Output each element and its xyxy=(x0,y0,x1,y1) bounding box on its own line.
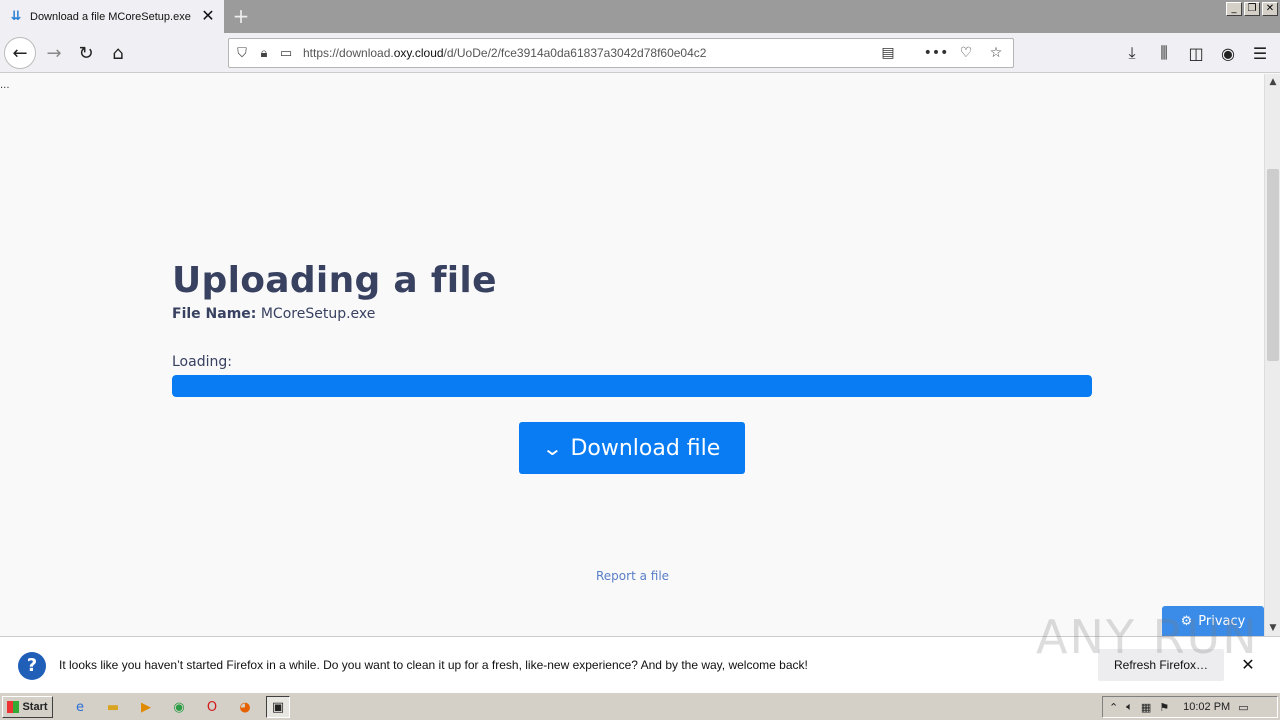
refresh-firefox-button[interactable]: Refresh Firefox… xyxy=(1098,649,1224,681)
download-file-button[interactable]: ⌄ Download file xyxy=(519,422,745,474)
scroll-down-icon[interactable]: ▼ xyxy=(1265,620,1280,636)
tab-active[interactable]: ⇊ Download a file MCoreSetup.exe o ✕ xyxy=(0,0,224,33)
opera-icon[interactable]: O xyxy=(200,696,224,718)
url-text[interactable]: https://download.oxy.cloud/d/UoDe/2/fce3… xyxy=(303,46,706,60)
firefox-icon[interactable]: ◕ xyxy=(233,696,257,718)
page-content: ... Uploading a file File Name: MCoreSet… xyxy=(0,74,1264,636)
report-file-link[interactable]: Report a file xyxy=(596,569,669,583)
media-player-icon[interactable]: ▶ xyxy=(134,696,158,718)
toolbar-right: ⤓ ⫼ ◫ ◉ ☰ xyxy=(1118,37,1274,69)
url-prefix: https://download. xyxy=(303,46,394,60)
reload-icon: ↻ xyxy=(78,42,94,64)
window-controls: _ ❐ ✕ xyxy=(1226,2,1278,16)
windows-logo-icon xyxy=(7,701,20,713)
more-actions-icon[interactable]: ••• xyxy=(924,42,949,64)
scroll-up-icon[interactable]: ▲ xyxy=(1265,74,1280,90)
double-chevron-down-icon: ⌄ xyxy=(541,436,563,460)
back-button[interactable]: ← xyxy=(4,37,36,69)
url-domain: oxy.cloud xyxy=(393,46,444,60)
show-desktop-icon[interactable]: ▭ xyxy=(1238,701,1248,714)
taskbar: Start e ▬ ▶ ◉ O ◕ ▣ ⌃ 🔈︎ ▦ ⚑ 10:02 PM ▭ xyxy=(0,692,1280,720)
home-button[interactable]: ⌂ xyxy=(102,37,134,69)
close-icon[interactable]: ✕ xyxy=(1238,655,1258,675)
url-path: /d/UoDe/2/fce3914a0da61837a3042d78f60e04… xyxy=(443,46,707,60)
flag-icon[interactable]: ⚑ xyxy=(1159,701,1169,714)
restore-button[interactable]: ❐ xyxy=(1244,2,1260,16)
active-window-icon[interactable]: ▣ xyxy=(266,696,290,718)
file-name-label: File Name: xyxy=(172,306,257,322)
file-name-line: File Name: MCoreSetup.exe xyxy=(172,306,375,322)
arrow-left-icon: ← xyxy=(12,42,28,64)
pocket-icon[interactable]: ♡ xyxy=(955,42,977,64)
reader-view-icon[interactable]: ▤ xyxy=(877,42,899,64)
library-icon[interactable]: ⫼ xyxy=(1150,37,1178,69)
question-icon: ? xyxy=(18,652,46,680)
start-button[interactable]: Start xyxy=(2,696,53,718)
separator xyxy=(907,42,917,64)
notification-message: It looks like you haven’t started Firefo… xyxy=(59,658,808,672)
home-icon: ⌂ xyxy=(112,42,124,64)
internet-explorer-icon[interactable]: e xyxy=(68,696,92,718)
menu-icon[interactable]: ☰ xyxy=(1246,37,1274,69)
download-cloud-icon: ⇊ xyxy=(10,9,22,24)
close-window-button[interactable]: ✕ xyxy=(1262,2,1278,16)
privacy-label: Privacy xyxy=(1198,613,1246,629)
arrow-right-icon: → xyxy=(46,42,62,64)
gear-icon: ⚙ xyxy=(1180,613,1193,629)
navigation-bar: ← → ↻ ⌂ ⛉ 🔒︎ ▭ https://download.oxy.clou… xyxy=(0,33,1280,73)
start-label: Start xyxy=(22,701,48,713)
loading-label: Loading: xyxy=(172,354,232,370)
file-name-value: MCoreSetup.exe xyxy=(260,306,376,322)
forward-button[interactable]: → xyxy=(38,37,70,69)
clock: 10:02 PM xyxy=(1183,701,1231,713)
folder-icon[interactable]: ▬ xyxy=(101,696,125,718)
progress-bar xyxy=(172,375,1092,397)
new-tab-button[interactable]: + xyxy=(230,5,252,27)
quick-launch: e ▬ ▶ ◉ O ◕ ▣ xyxy=(68,696,290,718)
tray-expand-icon[interactable]: ⌃ xyxy=(1109,701,1118,714)
privacy-button[interactable]: ⚙ Privacy xyxy=(1162,606,1264,636)
sidebar-icon[interactable]: ◫ xyxy=(1182,37,1210,69)
account-icon[interactable]: ◉ xyxy=(1214,37,1242,69)
notification-bar: ? It looks like you haven’t started Fire… xyxy=(0,636,1280,692)
permissions-icon[interactable]: ▭ xyxy=(275,42,297,64)
page-ellipsis: ... xyxy=(0,80,10,91)
tab-title: Download a file MCoreSetup.exe o xyxy=(30,10,194,23)
tab-close-icon[interactable]: ✕ xyxy=(200,8,216,24)
minimize-button[interactable]: _ xyxy=(1226,2,1242,16)
reload-button[interactable]: ↻ xyxy=(70,37,102,69)
bookmark-star-icon[interactable]: ☆ xyxy=(985,42,1007,64)
progress-fill xyxy=(172,375,1092,397)
system-tray: ⌃ 🔈︎ ▦ ⚑ 10:02 PM ▭ xyxy=(1102,696,1278,718)
vertical-scrollbar[interactable]: ▲ ▼ xyxy=(1264,74,1280,636)
url-bar[interactable]: ⛉ 🔒︎ ▭ https://download.oxy.cloud/d/UoDe… xyxy=(228,38,1014,68)
scroll-thumb[interactable] xyxy=(1267,169,1279,361)
download-file-label: Download file xyxy=(570,435,721,461)
lock-icon[interactable]: 🔒︎ xyxy=(253,42,275,64)
tab-strip: ⇊ Download a file MCoreSetup.exe o ✕ + _… xyxy=(0,0,1280,33)
url-actions: ▤ ••• ♡ ☆ xyxy=(877,42,1007,64)
chrome-icon[interactable]: ◉ xyxy=(167,696,191,718)
page-title: Uploading a file xyxy=(172,260,497,301)
volume-icon[interactable]: 🔈︎ xyxy=(1126,700,1133,714)
shield-icon[interactable]: ⛉ xyxy=(231,42,253,64)
downloads-icon[interactable]: ⤓ xyxy=(1118,37,1146,69)
network-icon[interactable]: ▦ xyxy=(1141,701,1151,714)
